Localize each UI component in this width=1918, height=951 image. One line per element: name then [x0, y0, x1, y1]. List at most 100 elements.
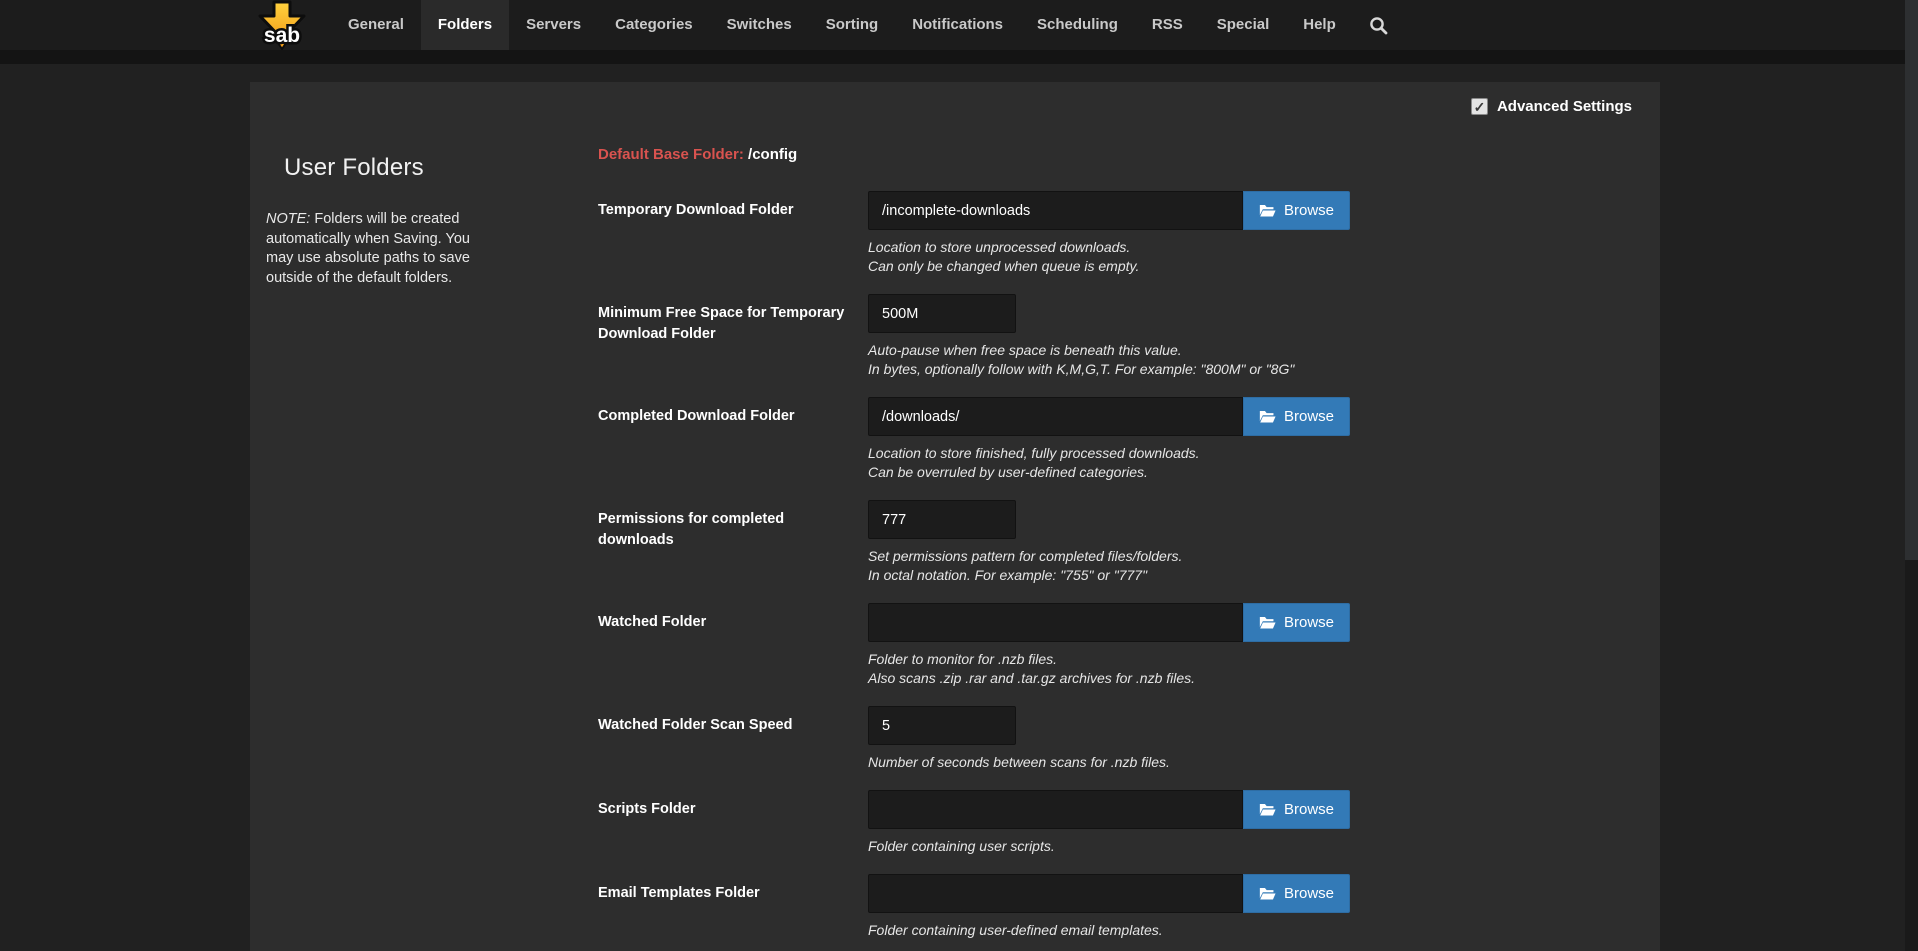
- field-label: Minimum Free Space for Temporary Downloa…: [598, 294, 868, 379]
- browse-button[interactable]: Browse: [1243, 790, 1350, 829]
- browse-label: Browse: [1284, 885, 1334, 902]
- folder-input[interactable]: [868, 294, 1016, 333]
- field-area: Browse Location to store finished, fully…: [868, 397, 1628, 482]
- field-area: Browse Folder containing user-defined em…: [868, 874, 1628, 940]
- svg-text:sab: sab: [264, 24, 300, 47]
- page-title: User Folders: [266, 154, 498, 182]
- help-text: Location to store unprocessed downloads.…: [868, 238, 1628, 276]
- folder-open-icon: [1259, 615, 1276, 630]
- help-text: Folder to monitor for .nzb files.Also sc…: [868, 650, 1628, 688]
- help-line: Can be overruled by user-defined categor…: [868, 463, 1628, 482]
- field-area: Number of seconds between scans for .nzb…: [868, 706, 1628, 772]
- base-folder-label: Default Base Folder:: [598, 146, 744, 163]
- browse-button[interactable]: Browse: [1243, 397, 1350, 436]
- search-icon: [1369, 16, 1388, 35]
- page-scrollbar-thumb[interactable]: [1905, 0, 1918, 560]
- folder-input[interactable]: [868, 706, 1016, 745]
- field-area: Browse Folder to monitor for .nzb files.…: [868, 603, 1628, 688]
- form-row: Email Templates Folder Browse Folder con…: [598, 874, 1628, 940]
- folder-input[interactable]: [868, 397, 1243, 436]
- nav-item-folders[interactable]: Folders: [421, 0, 509, 50]
- browse-label: Browse: [1284, 801, 1334, 818]
- nav-item-help[interactable]: Help: [1286, 0, 1353, 50]
- form-row: Watched Folder Scan Speed Number of seco…: [598, 706, 1628, 772]
- page-scrollbar-track[interactable]: [1905, 0, 1918, 951]
- section-note: NOTE: Folders will be created automatica…: [266, 210, 498, 288]
- folder-input[interactable]: [868, 500, 1016, 539]
- field-label: Scripts Folder: [598, 790, 868, 856]
- folder-input[interactable]: [868, 874, 1243, 913]
- form-row: Watched Folder Browse Folder to monitor …: [598, 603, 1628, 688]
- form-row: Permissions for completed downloads Set …: [598, 500, 1628, 585]
- field-area: Auto-pause when free space is beneath th…: [868, 294, 1628, 379]
- form-row: Minimum Free Space for Temporary Downloa…: [598, 294, 1628, 379]
- sab-arrow-icon: sab: [253, 0, 311, 51]
- nav-item-scheduling[interactable]: Scheduling: [1020, 0, 1135, 50]
- help-line: Location to store finished, fully proces…: [868, 444, 1628, 463]
- advanced-settings-checkbox[interactable]: ✓: [1471, 98, 1488, 115]
- help-line: Location to store unprocessed downloads.: [868, 238, 1628, 257]
- sabnzbd-logo[interactable]: sab: [247, 0, 317, 50]
- help-text: Number of seconds between scans for .nzb…: [868, 753, 1628, 772]
- folder-input[interactable]: [868, 603, 1243, 642]
- nav-item-switches[interactable]: Switches: [710, 0, 809, 50]
- field-label: Watched Folder Scan Speed: [598, 706, 868, 772]
- nav-item-categories[interactable]: Categories: [598, 0, 710, 50]
- field-label: Watched Folder: [598, 603, 868, 688]
- field-area: Browse Folder containing user scripts.: [868, 790, 1628, 856]
- config-panel: ✓ Advanced Settings User Folders NOTE: F…: [250, 82, 1660, 951]
- browse-label: Browse: [1284, 408, 1334, 425]
- form-row: Temporary Download Folder Browse Locatio…: [598, 191, 1628, 276]
- folder-open-icon: [1259, 409, 1276, 424]
- folder-open-icon: [1259, 203, 1276, 218]
- help-line: Number of seconds between scans for .nzb…: [868, 753, 1628, 772]
- default-base-folder: Default Base Folder: /config: [598, 145, 1628, 165]
- form-row: Scripts Folder Browse Folder containing …: [598, 790, 1628, 856]
- field-label: Email Templates Folder: [598, 874, 868, 940]
- section-sidebar: User Folders NOTE: Folders will be creat…: [266, 154, 498, 288]
- check-icon: ✓: [1474, 100, 1486, 114]
- nav-item-sorting[interactable]: Sorting: [809, 0, 896, 50]
- help-line: In bytes, optionally follow with K,M,G,T…: [868, 360, 1628, 379]
- search-button[interactable]: [1353, 0, 1404, 50]
- folder-input[interactable]: [868, 790, 1243, 829]
- browse-button[interactable]: Browse: [1243, 603, 1350, 642]
- help-line: In octal notation. For example: "755" or…: [868, 566, 1628, 585]
- help-line: Set permissions pattern for completed fi…: [868, 547, 1628, 566]
- form-row: Completed Download Folder Browse Locatio…: [598, 397, 1628, 482]
- browse-label: Browse: [1284, 202, 1334, 219]
- help-text: Location to store finished, fully proces…: [868, 444, 1628, 482]
- browse-button[interactable]: Browse: [1243, 191, 1350, 230]
- form-rows: Temporary Download Folder Browse Locatio…: [598, 191, 1628, 940]
- field-label: Temporary Download Folder: [598, 191, 868, 276]
- help-line: Folder containing user scripts.: [868, 837, 1628, 856]
- advanced-settings-label[interactable]: Advanced Settings: [1497, 98, 1632, 115]
- help-text: Set permissions pattern for completed fi…: [868, 547, 1628, 585]
- nav-items: GeneralFoldersServersCategoriesSwitchesS…: [331, 0, 1353, 50]
- folder-input[interactable]: [868, 191, 1243, 230]
- help-line: Auto-pause when free space is beneath th…: [868, 341, 1628, 360]
- advanced-settings-toggle[interactable]: ✓ Advanced Settings: [1471, 98, 1632, 115]
- help-line: Can only be changed when queue is empty.: [868, 257, 1628, 276]
- folder-open-icon: [1259, 886, 1276, 901]
- note-prefix: NOTE:: [266, 211, 310, 227]
- field-label: Permissions for completed downloads: [598, 500, 868, 585]
- browse-label: Browse: [1284, 614, 1334, 631]
- base-folder-value: /config: [748, 146, 797, 163]
- browse-button[interactable]: Browse: [1243, 874, 1350, 913]
- top-navbar: sab GeneralFoldersServersCategoriesSwitc…: [0, 0, 1918, 64]
- help-text: Folder containing user scripts.: [868, 837, 1628, 856]
- help-text: Auto-pause when free space is beneath th…: [868, 341, 1628, 379]
- nav-item-special[interactable]: Special: [1200, 0, 1287, 50]
- nav-item-rss[interactable]: RSS: [1135, 0, 1200, 50]
- help-line: Folder containing user-defined email tem…: [868, 921, 1628, 940]
- field-area: Browse Location to store unprocessed dow…: [868, 191, 1628, 276]
- nav-item-servers[interactable]: Servers: [509, 0, 598, 50]
- nav-item-notifications[interactable]: Notifications: [895, 0, 1020, 50]
- field-label: Completed Download Folder: [598, 397, 868, 482]
- field-area: Set permissions pattern for completed fi…: [868, 500, 1628, 585]
- help-line: Also scans .zip .rar and .tar.gz archive…: [868, 669, 1628, 688]
- help-text: Folder containing user-defined email tem…: [868, 921, 1628, 940]
- folders-form: Default Base Folder: /config Temporary D…: [598, 145, 1628, 951]
- nav-item-general[interactable]: General: [331, 0, 421, 50]
